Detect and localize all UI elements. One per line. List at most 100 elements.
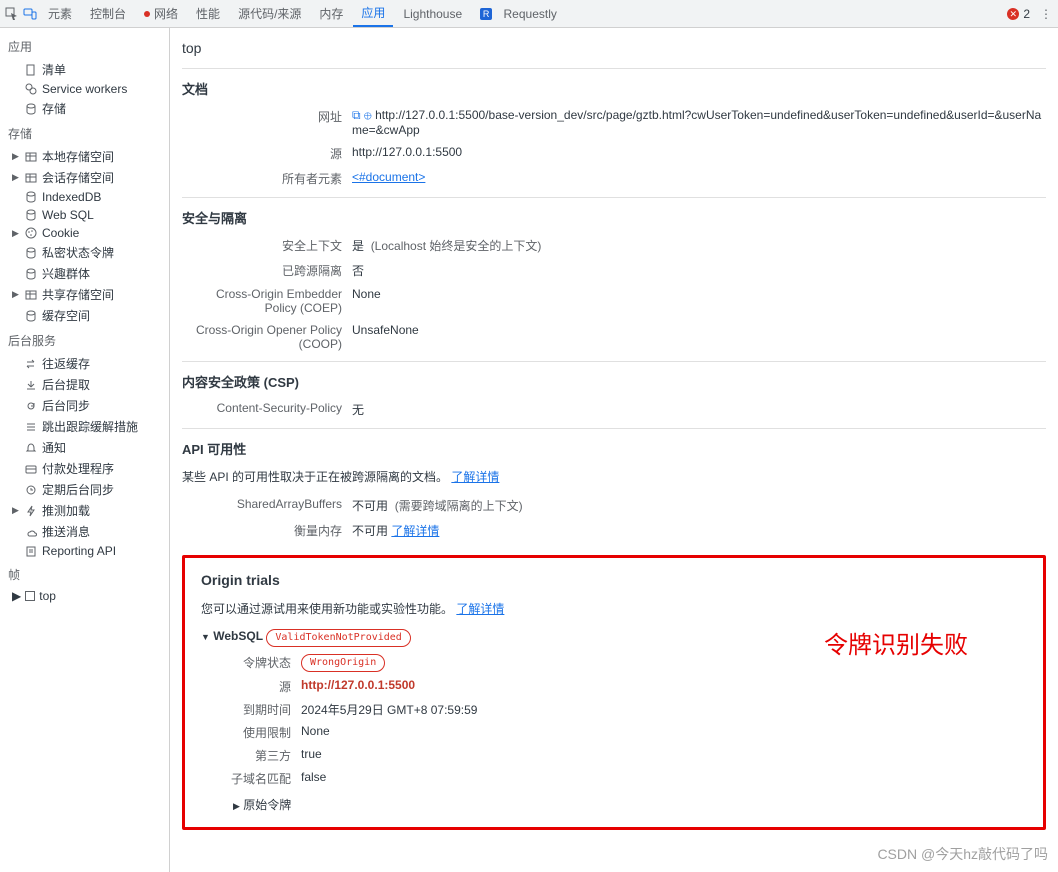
tab-console[interactable]: 控制台 (82, 1, 134, 26)
device-icon[interactable] (22, 6, 38, 22)
database-icon (24, 309, 38, 323)
csp-section: 内容安全政策 (CSP) Content-Security-Policy无 (182, 361, 1046, 428)
tab-memory[interactable]: 内存 (311, 1, 351, 26)
cookie-icon (24, 226, 38, 240)
learn-more-link[interactable]: 了解详情 (456, 602, 504, 616)
page-title: top (182, 36, 1046, 68)
error-icon: ✕ (1007, 8, 1019, 20)
status-badge: WrongOrigin (301, 654, 385, 672)
database-icon (24, 208, 38, 222)
tab-lighthouse[interactable]: Lighthouse (395, 3, 470, 25)
origin-label: 源 (182, 145, 342, 162)
sidebar-item-websql[interactable]: Web SQL (0, 206, 169, 224)
section-application: 应用 (0, 32, 169, 59)
sidebar-item-bounce-tracking[interactable]: 跳出跟踪缓解措施 (0, 416, 169, 437)
trial-item[interactable]: ▼ WebSQL ValidTokenNotProvided (201, 625, 1027, 651)
status-badge: ValidTokenNotProvided (266, 629, 410, 647)
api-heading: API 可用性 (182, 439, 1046, 458)
document-section: 文档 网址 ⧉ ⊕ http://127.0.0.1:5500/base-vers… (182, 68, 1046, 197)
card-icon (24, 462, 38, 476)
origin-trials-highlight: Origin trials 您可以通过源试用来使用新功能或实验性功能。 了解详情… (182, 555, 1046, 830)
bell-icon (24, 441, 38, 455)
triangle-icon: ▶ (233, 801, 240, 811)
gears-icon (24, 82, 38, 96)
sidebar-item-speculative-loads[interactable]: ▶推测加载 (0, 500, 169, 521)
inspect-icon[interactable] (4, 6, 20, 22)
swap-icon (24, 357, 38, 371)
triangle-icon: ▶ (12, 228, 20, 239)
sidebar-item-bfcache[interactable]: 往返缓存 (0, 353, 169, 374)
security-section: 安全与隔离 安全上下文是 (Localhost 始终是安全的上下文) 已跨源隔离… (182, 197, 1046, 361)
sidebar-item-interest-groups[interactable]: 兴趣群体 (0, 263, 169, 284)
sync-icon (24, 399, 38, 413)
api-availability-section: API 可用性 某些 API 的可用性取决于正在被跨源隔离的文档。 了解详情 S… (182, 428, 1046, 549)
sidebar-item-payment-handler[interactable]: 付款处理程序 (0, 458, 169, 479)
database-icon (24, 102, 38, 116)
tab-elements[interactable]: 元素 (40, 1, 80, 26)
document-heading: 文档 (182, 79, 1046, 98)
tab-application[interactable]: 应用 (353, 0, 393, 27)
database-icon (24, 267, 38, 281)
warning-dot-icon (144, 11, 150, 17)
copy-icon[interactable]: ⧉ (352, 108, 361, 122)
section-storage: 存储 (0, 119, 169, 146)
table-icon (24, 150, 38, 164)
error-counter[interactable]: ✕2 (1007, 7, 1030, 21)
csp-heading: 内容安全政策 (CSP) (182, 372, 1046, 391)
tab-network[interactable]: 网络 (136, 1, 186, 26)
tab-sources[interactable]: 源代码/来源 (230, 1, 309, 26)
globe-icon[interactable]: ⊕ (364, 108, 372, 122)
triangle-icon: ▶ (12, 589, 21, 603)
sidebar-item-reporting-api[interactable]: Reporting API (0, 542, 169, 560)
learn-more-link[interactable]: 了解详情 (391, 524, 439, 538)
sidebar-item-bg-sync[interactable]: 后台同步 (0, 395, 169, 416)
table-icon (24, 171, 38, 185)
requestly-icon: R (480, 8, 492, 20)
cloud-icon (24, 525, 38, 539)
learn-more-link[interactable]: 了解详情 (451, 470, 499, 484)
sidebar-item-private-state-tokens[interactable]: 私密状态令牌 (0, 242, 169, 263)
triangle-icon: ▶ (12, 289, 20, 300)
sidebar-item-push-messaging[interactable]: 推送消息 (0, 521, 169, 542)
origin-value: http://127.0.0.1:5500 (352, 145, 1046, 162)
section-frames: 帧 (0, 560, 169, 587)
trial-origin-value: http://127.0.0.1:5500 (301, 678, 1027, 695)
sidebar-item-session-storage[interactable]: ▶会话存储空间 (0, 167, 169, 188)
bolt-icon (24, 504, 38, 518)
sidebar-item-service-workers[interactable]: Service workers (0, 80, 169, 98)
origin-trials-heading: Origin trials (201, 572, 1027, 588)
sidebar-item-indexeddb[interactable]: IndexedDB (0, 188, 169, 206)
table-icon (24, 288, 38, 302)
sidebar-item-notifications[interactable]: 通知 (0, 437, 169, 458)
download-icon (24, 378, 38, 392)
sidebar-item-shared-storage[interactable]: ▶共享存储空间 (0, 284, 169, 305)
triangle-icon: ▶ (12, 505, 20, 516)
report-icon (24, 544, 38, 558)
sidebar-item-manifest[interactable]: 清单 (0, 59, 169, 80)
triangle-icon: ▶ (12, 172, 20, 183)
sidebar-item-frame-top[interactable]: ▶top (0, 587, 169, 605)
url-label: 网址 (182, 108, 342, 137)
file-icon (24, 63, 38, 77)
sidebar-item-storage[interactable]: 存储 (0, 98, 169, 119)
frame-detail-panel: top 文档 网址 ⧉ ⊕ http://127.0.0.1:5500/base-… (170, 28, 1058, 872)
sidebar-item-periodic-sync[interactable]: 定期后台同步 (0, 479, 169, 500)
clock-sync-icon (24, 483, 38, 497)
section-background: 后台服务 (0, 326, 169, 353)
settings-icon[interactable]: ⋮ (1038, 6, 1054, 22)
frame-icon (25, 591, 35, 601)
tab-requestly[interactable]: R Requestly (472, 3, 565, 25)
tab-performance[interactable]: 性能 (188, 1, 228, 26)
raw-token-toggle[interactable]: ▶ 原始令牌 (211, 790, 1027, 813)
url-value: ⧉ ⊕ http://127.0.0.1:5500/base-version_d… (352, 108, 1046, 137)
triangle-icon: ▶ (12, 151, 20, 162)
sidebar-item-cache-storage[interactable]: 缓存空间 (0, 305, 169, 326)
triangle-down-icon: ▼ (201, 632, 210, 642)
owner-label: 所有者元素 (182, 170, 342, 187)
database-icon (24, 190, 38, 204)
sidebar-item-cookies[interactable]: ▶Cookie (0, 224, 169, 242)
owner-link[interactable]: <#document> (352, 170, 425, 184)
devtools-toolbar: 元素 控制台 网络 性能 源代码/来源 内存 应用 Lighthouse R R… (0, 0, 1058, 28)
sidebar-item-local-storage[interactable]: ▶本地存储空间 (0, 146, 169, 167)
sidebar-item-bg-fetch[interactable]: 后台提取 (0, 374, 169, 395)
